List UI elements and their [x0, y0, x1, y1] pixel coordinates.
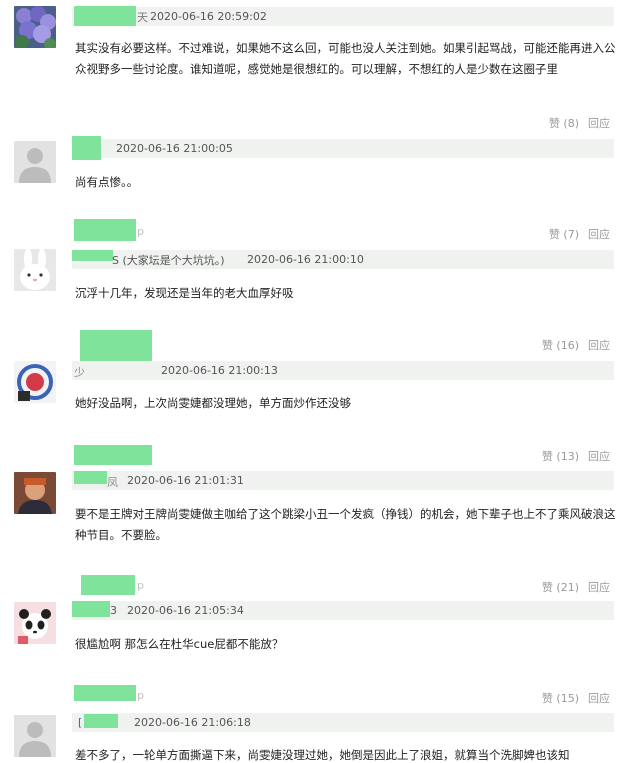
- comment-text: 差不多了，一轮单方面撕逼下来，尚雯婕没理过她，她倒是因此上了浪姐，就算当个洗脚婢…: [75, 748, 570, 762]
- white-rabbit-avatar[interactable]: [14, 249, 56, 291]
- comment-text: 很尴尬啊 那怎么在杜华cue屁都不能放？: [75, 637, 284, 651]
- comment-actions: 赞 (15) 回应: [542, 690, 610, 706]
- cartoon-circle-avatar[interactable]: [14, 361, 56, 403]
- comment-text: 尚有点惨。。: [75, 175, 139, 189]
- like-button[interactable]: 赞 (8): [549, 117, 579, 130]
- comment-text: 她好没品啊，上次尚雯婕都没理她，单方面炒作还没够: [75, 396, 351, 410]
- username-sub-label: 3: [110, 604, 117, 617]
- username-sub-label: [: [78, 716, 83, 729]
- comment-actions: 赞 (8) 回应: [549, 115, 610, 131]
- username-redacted[interactable]: [81, 575, 135, 595]
- comment-text: 沉浮十几年，发现还是当年的老大血厚好吸: [75, 286, 294, 300]
- comment-meta-bar: [72, 361, 614, 380]
- username-label[interactable]: p: [137, 225, 144, 238]
- username-redacted[interactable]: [72, 601, 110, 617]
- username-sub-label: 少: [74, 366, 85, 379]
- reply-button[interactable]: 回应: [588, 228, 610, 241]
- reply-button[interactable]: 回应: [588, 581, 610, 594]
- username-label[interactable]: p: [137, 689, 144, 702]
- person-photo-avatar[interactable]: [14, 472, 56, 514]
- username-redacted[interactable]: [72, 136, 101, 160]
- comment-text: 其实没有必要这样。不过难说，如果她不这么回，可能也没人关注到她。如果引起骂战，可…: [75, 41, 616, 76]
- comment-timestamp: 2020-06-16 21:01:31: [127, 474, 244, 487]
- like-button[interactable]: 赞 (16): [542, 339, 579, 352]
- username-redacted[interactable]: [74, 445, 152, 465]
- username-label[interactable]: 凤: [107, 474, 118, 490]
- username-label[interactable]: 天: [137, 9, 148, 25]
- like-button[interactable]: 赞 (13): [542, 450, 579, 463]
- comment-actions: 赞 (21) 回应: [542, 579, 610, 595]
- comment-text: 要不是王牌对王牌尚雯婕做主咖给了这个跳梁小丑一个发疯（挣钱）的机会，她下辈子也上…: [75, 507, 616, 542]
- comment-timestamp: 2020-06-16 20:59:02: [150, 10, 267, 23]
- username-redacted[interactable]: [74, 471, 107, 484]
- username-redacted[interactable]: [74, 685, 136, 701]
- comment-timestamp: 2020-06-16 21:00:05: [116, 142, 233, 155]
- comment-actions: 赞 (16) 回应: [542, 337, 610, 353]
- default-user-avatar[interactable]: [14, 715, 56, 757]
- reply-button[interactable]: 回应: [588, 339, 610, 352]
- comment-timestamp: 2020-06-16 21:00:10: [247, 253, 364, 266]
- comment-timestamp: 2020-06-16 21:06:18: [134, 716, 251, 729]
- reply-button[interactable]: 回应: [588, 692, 610, 705]
- reply-button[interactable]: 回应: [588, 450, 610, 463]
- username-sub-label: S (大家坛是个大坑坑。): [112, 254, 225, 267]
- panda-avatar[interactable]: [14, 602, 56, 644]
- username-label[interactable]: p: [137, 579, 144, 592]
- username-redacted[interactable]: [72, 250, 113, 261]
- comment-timestamp: 2020-06-16 21:05:34: [127, 604, 244, 617]
- comment-thread: 天 2020-06-16 20:59:02 其实没有必要这样。不过难说，如果她不…: [0, 0, 641, 763]
- username-redacted[interactable]: [74, 6, 136, 26]
- comment-actions: 赞 (13) 回应: [542, 448, 610, 464]
- username-redacted[interactable]: [84, 714, 118, 728]
- username-redacted[interactable]: [74, 219, 136, 241]
- like-button[interactable]: 赞 (15): [542, 692, 579, 705]
- like-button[interactable]: 赞 (21): [542, 581, 579, 594]
- hydrangea-flowers-avatar[interactable]: [14, 6, 56, 48]
- reply-button[interactable]: 回应: [588, 117, 610, 130]
- comment-timestamp: 2020-06-16 21:00:13: [161, 364, 278, 377]
- comment-actions: 赞 (7) 回应: [549, 226, 610, 242]
- default-user-avatar[interactable]: [14, 141, 56, 183]
- like-button[interactable]: 赞 (7): [549, 228, 579, 241]
